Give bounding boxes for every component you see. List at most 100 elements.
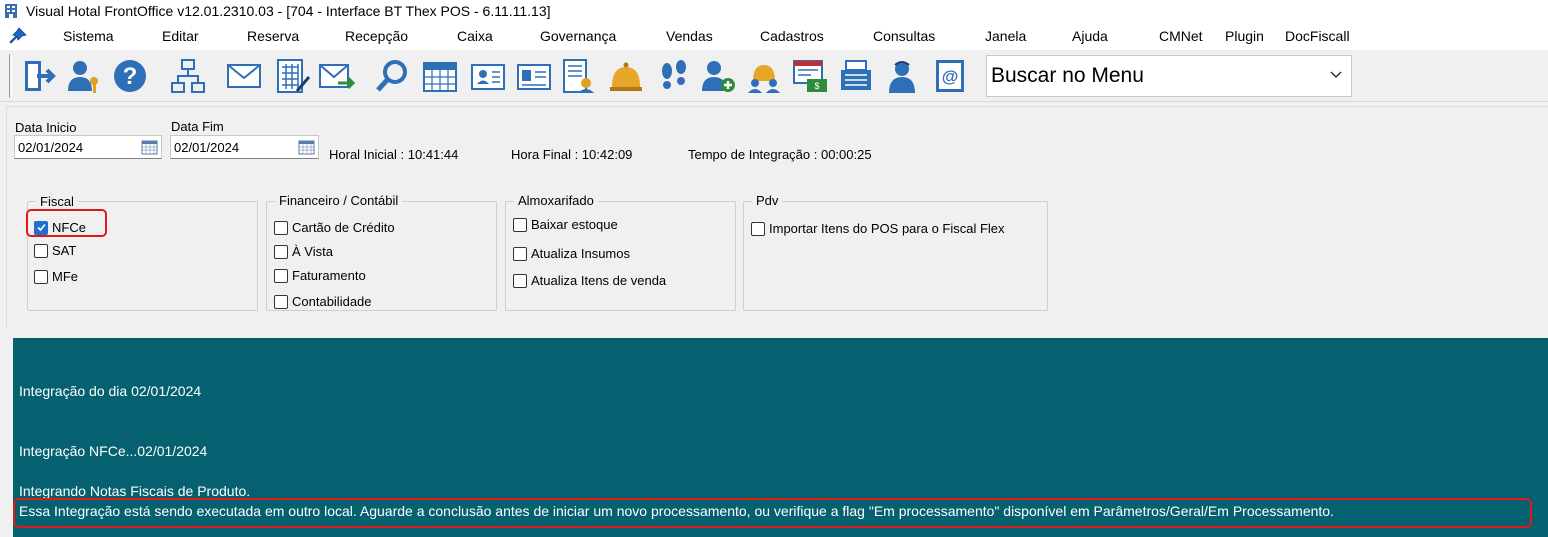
search-button[interactable] [370,54,414,98]
receptionist-icon [889,61,915,93]
network-icon [171,59,205,93]
menu-search-value: Buscar no Menu [991,64,1144,87]
importar-itens-pos-label: Importar Itens do POS para o Fiscal Flex [769,221,1005,236]
menu-vendas[interactable]: Vendas [666,28,713,44]
email-book-icon: @ [936,60,964,92]
add-user-icon [702,61,735,92]
mail-send-button[interactable] [315,54,359,98]
error-message-highlight-box [13,498,1532,528]
atualiza-insumos-checkbox[interactable]: Atualiza Insumos [513,246,630,261]
user-key-button[interactable] [62,54,106,98]
data-inicio-value: 02/01/2024 [18,140,84,155]
hotel-building-icon [5,4,17,18]
invoice-icon: $ [793,60,827,92]
hora-final-text: Hora Final : 10:42:09 [511,147,633,162]
contabilidade-checkbox[interactable]: Contabilidade [274,294,372,309]
menu-janela[interactable]: Janela [985,28,1026,44]
guest-list-button[interactable] [556,54,600,98]
menu-reserva[interactable]: Reserva [247,28,299,44]
id-card-icon [517,64,551,90]
bell-button[interactable] [604,54,648,98]
footprints-icon [662,60,686,89]
svg-text:$: $ [814,81,819,91]
checkbox-icon [513,217,527,232]
menu-editar[interactable]: Editar [162,28,199,44]
menu-docfiscall[interactable]: DocFiscall [1285,28,1350,44]
atualiza-itens-venda-label: Atualiza Itens de venda [531,273,667,288]
pin-icon[interactable] [7,26,29,46]
financeiro-group-title: Financeiro / Contábil [275,193,403,208]
log-line: Integração NFCe...02/01/2024 [19,443,208,459]
checkbox-icon [34,269,48,284]
pdv-group [743,201,1048,311]
menu-ajuda[interactable]: Ajuda [1072,28,1108,44]
receptionist-button[interactable] [880,54,924,98]
guest-card-icon [471,64,505,90]
group-bell-icon [748,65,780,93]
svg-text:@: @ [942,67,959,86]
search-icon [376,60,407,92]
help-icon: ? [114,60,146,92]
importar-itens-pos-checkbox[interactable]: Importar Itens do POS para o Fiscal Flex [751,221,1005,236]
checkbox-icon [274,244,288,259]
exit-button[interactable] [16,54,60,98]
fiscal-group-title: Fiscal [36,194,78,209]
sat-label: SAT [52,243,77,258]
checkbox-icon [34,243,48,258]
network-button[interactable] [166,54,210,98]
almoxarifado-group-title: Almoxarifado [514,193,598,208]
calendar-picker-icon[interactable] [298,139,315,155]
sat-checkbox[interactable]: SAT [34,243,76,258]
calculator-button[interactable] [270,54,314,98]
menu-governanca[interactable]: Governança [540,28,616,44]
cartao-credito-checkbox[interactable]: Cartão de Crédito [274,220,395,235]
atualiza-insumos-label: Atualiza Insumos [531,246,630,261]
a-vista-label: À Vista [292,244,333,259]
calendar-icon [423,62,457,92]
data-inicio-field[interactable]: 02/01/2024 [14,135,162,159]
log-line: Integração do dia 02/01/2024 [19,383,202,399]
toolbar-grip[interactable] [9,54,12,98]
invoice-button[interactable]: $ [788,54,832,98]
calendar-button[interactable] [418,54,462,98]
menu-cadastros[interactable]: Cadastros [760,28,824,44]
email-book-button[interactable]: @ [928,54,972,98]
cash-register-button[interactable] [834,54,878,98]
menu-bar: Sistema Editar Reserva Recepção Caixa Go… [0,22,1548,50]
atualiza-itens-venda-checkbox[interactable]: Atualiza Itens de venda [513,273,666,288]
mfe-checkbox[interactable]: MFe [34,269,78,284]
hora-inicial-text: Horal Inicial : 10:41:44 [329,147,459,162]
baixar-estoque-checkbox[interactable]: Baixar estoque [513,217,618,232]
menu-caixa[interactable]: Caixa [457,28,493,44]
id-card-button[interactable] [512,54,556,98]
faturamento-checkbox[interactable]: Faturamento [274,268,366,283]
add-user-button[interactable] [696,54,740,98]
title-bar: Visual Hotal FrontOffice v12.01.2310.03 … [0,0,1548,22]
menu-search-combobox[interactable]: Buscar no Menu [986,55,1352,97]
calculator-icon [277,59,311,93]
data-fim-value: 02/01/2024 [174,140,240,155]
guest-card-button[interactable] [466,54,510,98]
menu-cmnet[interactable]: CMNet [1159,28,1203,44]
integration-form-panel: Data Inicio 02/01/2024 Data Fim 02/01/20… [6,106,1548,328]
exit-icon [25,61,56,91]
group-bell-button[interactable] [742,54,786,98]
mail-icon [227,64,261,88]
a-vista-checkbox[interactable]: À Vista [274,244,333,259]
menu-consultas[interactable]: Consultas [873,28,935,44]
cartao-credito-label: Cartão de Crédito [292,220,395,235]
help-button[interactable]: ? [108,54,152,98]
menu-recepcao[interactable]: Recepção [345,28,408,44]
menu-sistema[interactable]: Sistema [63,28,114,44]
log-line: Integrando Notas Fiscais de Produto. [19,483,251,499]
user-key-icon [68,61,98,93]
mail-send-icon [319,64,356,90]
faturamento-label: Faturamento [292,268,366,283]
footprints-button[interactable] [652,54,696,98]
mail-button[interactable] [222,54,266,98]
checkbox-icon [274,294,288,309]
calendar-picker-icon[interactable] [141,139,158,155]
data-fim-field[interactable]: 02/01/2024 [170,135,319,159]
menu-plugin[interactable]: Plugin [1225,28,1264,44]
checkbox-icon [274,268,288,283]
